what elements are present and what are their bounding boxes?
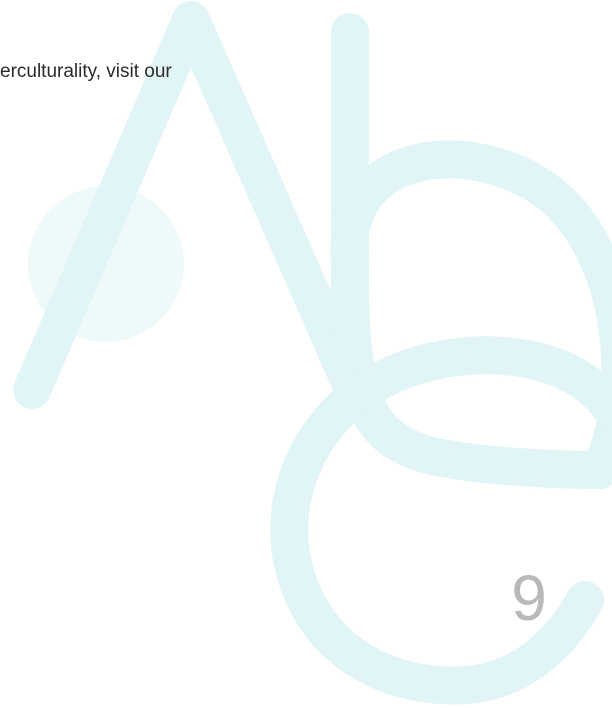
letter-c-stroke xyxy=(270,336,612,705)
letter-b-bowl xyxy=(330,140,612,489)
page-number: 9 xyxy=(511,562,547,634)
body-text-fragment: erculturality, visit our xyxy=(0,61,172,82)
